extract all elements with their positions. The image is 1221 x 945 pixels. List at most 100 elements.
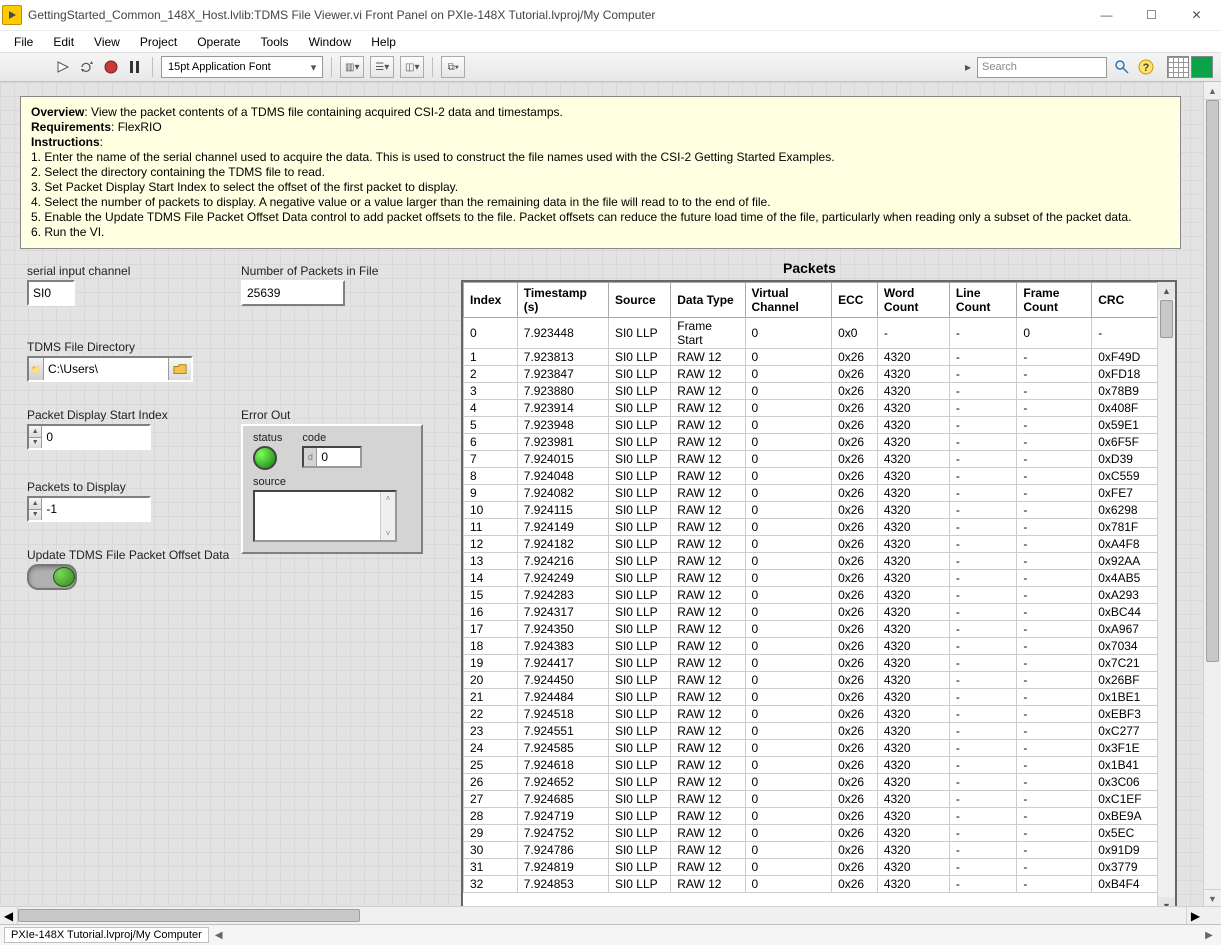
table-row[interactable]: 327.924853SI0 LLPRAW 1200x264320--0xB4F4 bbox=[464, 876, 1158, 893]
table-row[interactable]: 147.924249SI0 LLPRAW 1200x264320--0x4AB5 bbox=[464, 570, 1158, 587]
menu-window[interactable]: Window bbox=[299, 33, 362, 51]
table-row[interactable]: 167.924317SI0 LLPRAW 1200x264320--0xBC44 bbox=[464, 604, 1158, 621]
table-cell: 4320 bbox=[877, 808, 949, 825]
table-row[interactable]: 47.923914SI0 LLPRAW 1200x264320--0x408F bbox=[464, 400, 1158, 417]
table-cell: 0x3C06 bbox=[1092, 774, 1158, 791]
start-index-input[interactable]: ▲▼ bbox=[27, 424, 151, 450]
table-row[interactable]: 227.924518SI0 LLPRAW 1200x264320--0xEBF3 bbox=[464, 706, 1158, 723]
col-word-count[interactable]: Word Count bbox=[877, 283, 949, 318]
table-row[interactable]: 277.924685SI0 LLPRAW 1200x264320--0xC1EF bbox=[464, 791, 1158, 808]
serial-channel-value[interactable] bbox=[29, 284, 73, 302]
col-timestamp-s-[interactable]: Timestamp (s) bbox=[517, 283, 608, 318]
col-line-count[interactable]: Line Count bbox=[949, 283, 1017, 318]
distribute-objects-button[interactable]: ☰▾ bbox=[370, 56, 394, 78]
packets-to-display-input[interactable]: ▲▼ bbox=[27, 496, 151, 522]
menu-edit[interactable]: Edit bbox=[43, 33, 84, 51]
table-row[interactable]: 267.924652SI0 LLPRAW 1200x264320--0x3C06 bbox=[464, 774, 1158, 791]
table-cell: 0 bbox=[745, 587, 832, 604]
close-button[interactable]: ✕ bbox=[1174, 0, 1219, 30]
table-row[interactable]: 17.923813SI0 LLPRAW 1200x264320--0xF49D bbox=[464, 349, 1158, 366]
run-continuous-button[interactable] bbox=[78, 58, 96, 76]
menu-help[interactable]: Help bbox=[361, 33, 406, 51]
packets-table-scrollbar[interactable]: ▲ ▼ bbox=[1157, 282, 1175, 914]
table-cell: 0xFD18 bbox=[1092, 366, 1158, 383]
table-row[interactable]: 187.924383SI0 LLPRAW 1200x264320--0x7034 bbox=[464, 638, 1158, 655]
reorder-button[interactable]: ⧉▾ bbox=[441, 56, 465, 78]
table-row[interactable]: 07.923448SI0 LLPFrame Start00x0--0- bbox=[464, 318, 1158, 349]
table-row[interactable]: 237.924551SI0 LLPRAW 1200x264320--0xC277 bbox=[464, 723, 1158, 740]
table-row[interactable]: 67.923981SI0 LLPRAW 1200x264320--0x6F5F bbox=[464, 434, 1158, 451]
table-cell: 0 bbox=[745, 621, 832, 638]
icon-connector-pane[interactable] bbox=[1167, 56, 1213, 78]
table-cell: 0 bbox=[745, 808, 832, 825]
table-row[interactable]: 207.924450SI0 LLPRAW 1200x264320--0x26BF bbox=[464, 672, 1158, 689]
serial-channel-input[interactable] bbox=[27, 280, 75, 306]
table-row[interactable]: 247.924585SI0 LLPRAW 1200x264320--0x3F1E bbox=[464, 740, 1158, 757]
search-input[interactable]: Search bbox=[977, 57, 1107, 78]
run-button[interactable] bbox=[54, 58, 72, 76]
table-row[interactable]: 177.924350SI0 LLPRAW 1200x264320--0xA967 bbox=[464, 621, 1158, 638]
col-index[interactable]: Index bbox=[464, 283, 518, 318]
source-label: source bbox=[253, 476, 411, 488]
tdms-dir-input[interactable]: 📁 bbox=[27, 356, 193, 382]
col-data-type[interactable]: Data Type bbox=[671, 283, 745, 318]
col-crc[interactable]: CRC bbox=[1092, 283, 1158, 318]
resize-objects-button[interactable]: ◫▾ bbox=[400, 56, 424, 78]
table-row[interactable]: 87.924048SI0 LLPRAW 1200x264320--0xC559 bbox=[464, 468, 1158, 485]
start-index-value[interactable] bbox=[42, 428, 149, 446]
table-row[interactable]: 297.924752SI0 LLPRAW 1200x264320--0x5EC bbox=[464, 825, 1158, 842]
source-scrollbar[interactable]: ˄˅ bbox=[380, 492, 395, 540]
canvas-vertical-scrollbar[interactable]: ▲ ▼ bbox=[1203, 82, 1221, 924]
menu-project[interactable]: Project bbox=[130, 33, 187, 51]
table-row[interactable]: 37.923880SI0 LLPRAW 1200x264320--0x78B9 bbox=[464, 383, 1158, 400]
col-ecc[interactable]: ECC bbox=[832, 283, 878, 318]
table-row[interactable]: 157.924283SI0 LLPRAW 1200x264320--0xA293 bbox=[464, 587, 1158, 604]
table-row[interactable]: 217.924484SI0 LLPRAW 1200x264320--0x1BE1 bbox=[464, 689, 1158, 706]
table-cell: - bbox=[949, 400, 1017, 417]
table-row[interactable]: 57.923948SI0 LLPRAW 1200x264320--0x59E1 bbox=[464, 417, 1158, 434]
table-row[interactable]: 317.924819SI0 LLPRAW 1200x264320--0x3779 bbox=[464, 859, 1158, 876]
menu-tools[interactable]: Tools bbox=[251, 33, 299, 51]
align-objects-button[interactable]: ▥▾ bbox=[340, 56, 364, 78]
project-context[interactable]: PXIe-148X Tutorial.lvproj/My Computer bbox=[4, 927, 209, 943]
table-row[interactable]: 287.924719SI0 LLPRAW 1200x264320--0xBE9A bbox=[464, 808, 1158, 825]
menu-view[interactable]: View bbox=[84, 33, 130, 51]
packets-to-display-spinner[interactable]: ▲▼ bbox=[29, 498, 42, 520]
table-cell: RAW 12 bbox=[671, 519, 745, 536]
help-icon[interactable]: ? bbox=[1137, 58, 1155, 76]
context-prev-button[interactable]: ◀ bbox=[211, 930, 227, 941]
code-radix-icon: d bbox=[304, 448, 317, 466]
font-selector[interactable]: 15pt Application Font bbox=[161, 56, 323, 78]
packets-table[interactable]: IndexTimestamp (s)SourceData TypeVirtual… bbox=[461, 280, 1177, 916]
table-row[interactable]: 257.924618SI0 LLPRAW 1200x264320--0x1B41 bbox=[464, 757, 1158, 774]
table-row[interactable]: 307.924786SI0 LLPRAW 1200x264320--0x91D9 bbox=[464, 842, 1158, 859]
update-offset-toggle[interactable] bbox=[27, 564, 77, 590]
abort-button[interactable] bbox=[102, 58, 120, 76]
table-cell: 0x26 bbox=[832, 842, 878, 859]
menu-operate[interactable]: Operate bbox=[187, 33, 250, 51]
table-row[interactable]: 77.924015SI0 LLPRAW 1200x264320--0xD39 bbox=[464, 451, 1158, 468]
table-row[interactable]: 117.924149SI0 LLPRAW 1200x264320--0x781F bbox=[464, 519, 1158, 536]
table-cell: RAW 12 bbox=[671, 842, 745, 859]
tdms-dir-value[interactable] bbox=[44, 360, 168, 378]
table-row[interactable]: 107.924115SI0 LLPRAW 1200x264320--0x6298 bbox=[464, 502, 1158, 519]
col-frame-count[interactable]: Frame Count bbox=[1017, 283, 1092, 318]
maximize-button[interactable]: ☐ bbox=[1129, 0, 1174, 30]
col-virtual-channel[interactable]: Virtual Channel bbox=[745, 283, 832, 318]
col-source[interactable]: Source bbox=[608, 283, 670, 318]
table-row[interactable]: 127.924182SI0 LLPRAW 1200x264320--0xA4F8 bbox=[464, 536, 1158, 553]
table-row[interactable]: 137.924216SI0 LLPRAW 1200x264320--0x92AA bbox=[464, 553, 1158, 570]
table-row[interactable]: 27.923847SI0 LLPRAW 1200x264320--0xFD18 bbox=[464, 366, 1158, 383]
search-icon[interactable] bbox=[1113, 58, 1131, 76]
table-row[interactable]: 197.924417SI0 LLPRAW 1200x264320--0x7C21 bbox=[464, 655, 1158, 672]
packets-to-display-value[interactable] bbox=[42, 500, 149, 518]
context-next-button[interactable]: ▶ bbox=[1201, 930, 1217, 941]
table-cell: - bbox=[949, 825, 1017, 842]
start-index-spinner[interactable]: ▲▼ bbox=[29, 426, 42, 448]
browse-button[interactable] bbox=[168, 358, 191, 380]
canvas-horizontal-scrollbar[interactable]: ◀ ▶ bbox=[0, 906, 1221, 924]
menu-file[interactable]: File bbox=[4, 33, 43, 51]
minimize-button[interactable]: — bbox=[1084, 0, 1129, 30]
pause-button[interactable] bbox=[126, 58, 144, 76]
table-row[interactable]: 97.924082SI0 LLPRAW 1200x264320--0xFE7 bbox=[464, 485, 1158, 502]
